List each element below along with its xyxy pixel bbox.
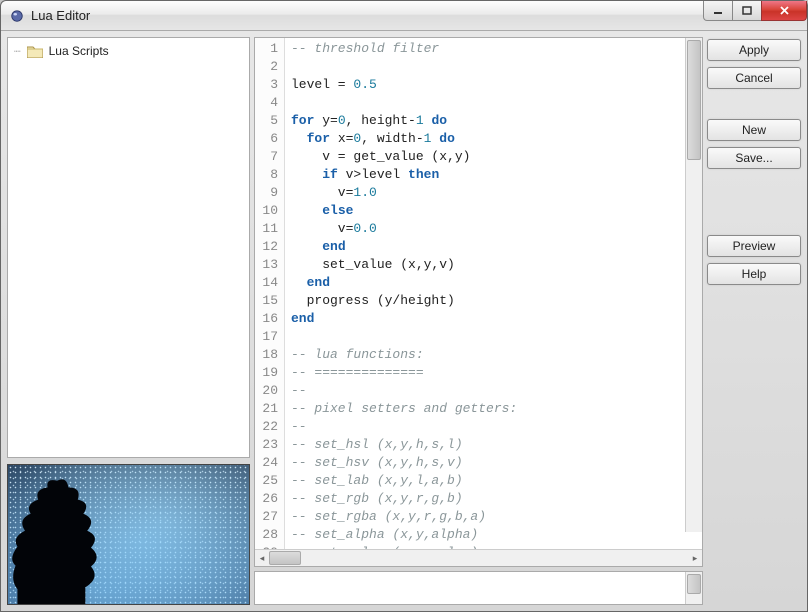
left-column: ┈ Lua Scripts (7, 37, 250, 605)
minimize-button[interactable] (703, 1, 733, 21)
preview-image (7, 464, 250, 605)
folder-icon (27, 45, 43, 58)
help-button[interactable]: Help (707, 263, 801, 285)
output-panel[interactable] (254, 571, 703, 605)
new-button[interactable]: New (707, 119, 801, 141)
line-gutter: 1234567891011121314151617181920212223242… (255, 38, 285, 549)
cancel-button[interactable]: Cancel (707, 67, 801, 89)
code-editor[interactable]: 1234567891011121314151617181920212223242… (254, 37, 703, 567)
scroll-right-arrow-icon[interactable]: ▸ (688, 551, 702, 565)
scrollbar-thumb[interactable] (687, 40, 701, 160)
scrollbar-thumb[interactable] (687, 574, 701, 594)
horizontal-scrollbar[interactable]: ◂ ▸ (255, 549, 702, 566)
scripts-tree[interactable]: ┈ Lua Scripts (7, 37, 250, 458)
body-area: ┈ Lua Scripts 123456789101 (1, 31, 807, 611)
window-controls (704, 1, 807, 22)
tree-connector-icon: ┈ (14, 45, 21, 58)
app-window: Lua Editor ┈ Lua Scripts (0, 0, 808, 612)
editor-column: 1234567891011121314151617181920212223242… (254, 37, 703, 605)
scrollbar-thumb[interactable] (269, 551, 301, 565)
tree-root-label: Lua Scripts (49, 44, 109, 58)
maximize-button[interactable] (732, 1, 762, 21)
button-column: Apply Cancel New Save... Preview Help (707, 37, 801, 605)
preview-button[interactable]: Preview (707, 235, 801, 257)
tree-root-item[interactable]: ┈ Lua Scripts (14, 44, 243, 58)
vertical-scrollbar[interactable] (685, 572, 702, 604)
app-icon (9, 8, 25, 24)
code-text[interactable]: -- threshold filterlevel = 0.5for y=0, h… (285, 38, 702, 549)
save-button[interactable]: Save... (707, 147, 801, 169)
titlebar[interactable]: Lua Editor (1, 1, 807, 31)
close-button[interactable] (761, 1, 807, 21)
apply-button[interactable]: Apply (707, 39, 801, 61)
scroll-left-arrow-icon[interactable]: ◂ (255, 551, 269, 565)
vertical-scrollbar[interactable] (685, 38, 702, 532)
window-title: Lua Editor (31, 8, 90, 23)
